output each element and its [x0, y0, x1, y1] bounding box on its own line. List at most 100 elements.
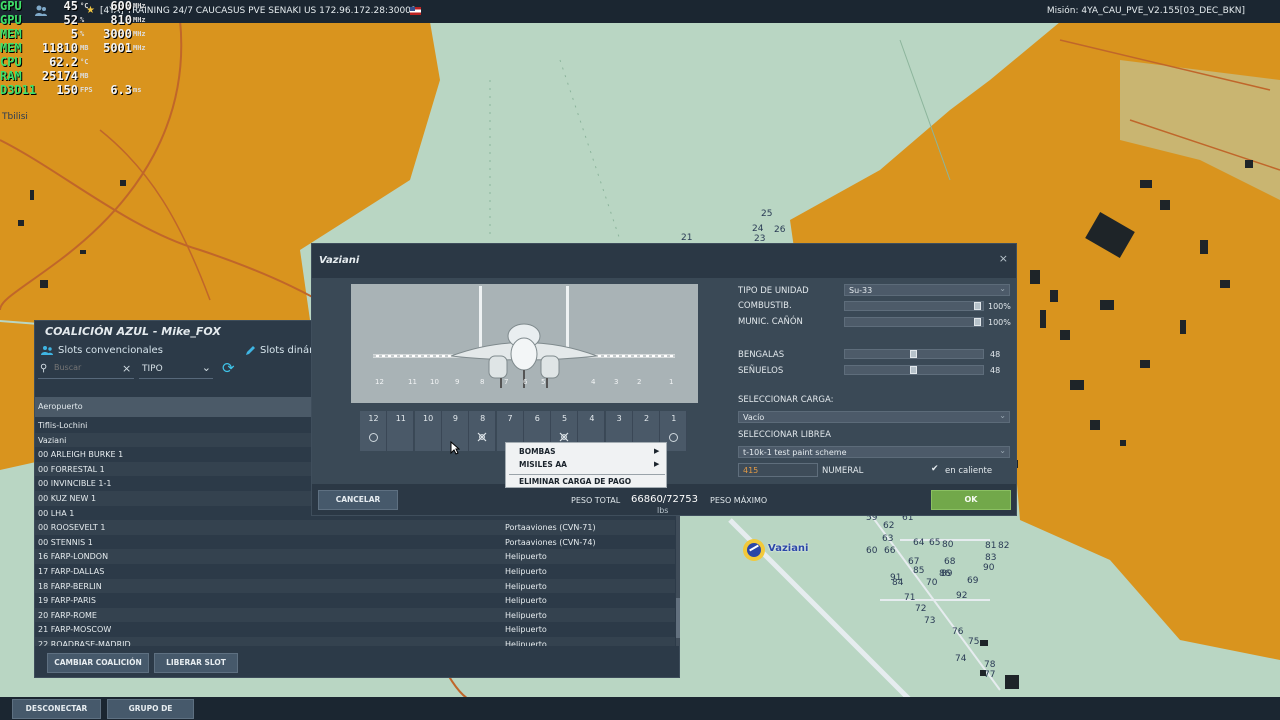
- hud-row: CPU 62.2 °C: [0, 56, 150, 70]
- airfield-label[interactable]: Vaziani: [768, 543, 808, 554]
- airfield-name: 18 FARP-BERLIN: [38, 581, 102, 591]
- tab-conventional-slots[interactable]: Slots convencionales: [41, 345, 163, 356]
- airfield-row[interactable]: 00 ROOSEVELT 1 Portaaviones (CVN-71): [35, 520, 675, 535]
- hud-row: MEM 11810 MB 5001 MHz: [0, 42, 150, 56]
- hud-label: MEM: [0, 27, 22, 41]
- map-number-label: 74: [955, 654, 967, 664]
- weight-unit: lbs: [657, 506, 669, 515]
- hud-unit: MHz: [133, 44, 146, 52]
- pylon-slot-8[interactable]: 8: [469, 411, 497, 451]
- airfield-row[interactable]: 18 FARP-BERLIN Helipuerto: [35, 578, 675, 594]
- release-slot-button[interactable]: LIBERAR SLOT: [154, 653, 238, 673]
- payload-select[interactable]: Vacío ⌄: [738, 411, 1010, 423]
- map-number-label: 77: [984, 670, 996, 680]
- airfield-name: 00 LHA 1: [38, 508, 75, 518]
- menu-item-aa-missiles[interactable]: MISILES AA ▶: [519, 460, 659, 469]
- view-pylon-number: 5: [541, 378, 546, 386]
- chaff-slider[interactable]: [844, 365, 984, 375]
- type-filter-select[interactable]: TIPO ⌄: [139, 361, 213, 379]
- gun-ammo-value: 100%: [988, 318, 1011, 327]
- hud-value: 6.3: [110, 83, 132, 97]
- player-group-button[interactable]: GRUPO DE JUGADORES: [107, 699, 194, 719]
- hud-unit: %: [80, 30, 85, 38]
- flares-slider[interactable]: [844, 349, 984, 359]
- view-pylon-number: 4: [591, 378, 596, 386]
- hot-start-checkbox[interactable]: ✔: [931, 465, 940, 474]
- map-number-label: 72: [915, 604, 927, 614]
- unit-type-select[interactable]: Su-33 ⌄: [844, 284, 1010, 296]
- fuel-value: 100%: [988, 302, 1011, 311]
- map-number-label: 83: [985, 553, 997, 563]
- menu-item-remove-payload[interactable]: ELIMINAR CARGA DE PAGO: [519, 477, 631, 486]
- pylon-number: 5: [562, 414, 568, 423]
- livery-select[interactable]: t-10k-1 test paint scheme ⌄: [738, 446, 1010, 458]
- tab-conventional-label: Slots convencionales: [58, 345, 163, 356]
- pylon-number: 8: [480, 414, 486, 423]
- hud-value: 5001: [103, 41, 132, 55]
- chaff-slider-knob[interactable]: [910, 366, 917, 374]
- gun-slider-knob[interactable]: [974, 318, 981, 326]
- map-number-label: 26: [774, 225, 786, 235]
- disconnect-button[interactable]: DESCONECTAR: [12, 699, 101, 719]
- hud-label: RAM: [0, 69, 22, 83]
- view-pylon-number: 12: [375, 378, 384, 386]
- close-icon[interactable]: ×: [999, 252, 1008, 265]
- map-number-label: 71: [904, 593, 916, 603]
- cancel-button[interactable]: CANCELAR: [318, 490, 398, 510]
- map-number-label: 66: [884, 546, 896, 556]
- map-number-label: 84: [892, 578, 904, 588]
- dialog-title: Vaziani: [319, 255, 360, 266]
- airfield-row[interactable]: 20 FARP-ROME Helipuerto: [35, 607, 675, 623]
- search-input[interactable]: [54, 363, 114, 372]
- pylon-slot-10[interactable]: 10: [414, 411, 442, 451]
- airfield-name: 00 FORRESTAL 1: [38, 464, 105, 474]
- numeral-input[interactable]: 415: [738, 463, 818, 477]
- airfield-row[interactable]: 22 ROADBASE-MADRID Helipuerto: [35, 636, 675, 646]
- ok-button[interactable]: OK: [931, 490, 1011, 510]
- chevron-down-icon: ⌄: [999, 411, 1006, 420]
- pylon-rack-icon: [477, 432, 487, 442]
- chevron-right-icon: ▶: [654, 447, 660, 455]
- aircraft-preview: 12 11 10 9 8 7 6 5 4 3 2 1: [351, 284, 698, 403]
- scrollbar-thumb[interactable]: [676, 598, 680, 638]
- hud-label: MEM: [0, 41, 22, 55]
- chaff-value: 48: [990, 366, 1001, 375]
- map-number-label: 82: [998, 541, 1010, 551]
- map-number-label: 70: [926, 578, 938, 588]
- refresh-icon[interactable]: ⟳: [222, 360, 238, 376]
- gun-ammo-slider[interactable]: [844, 317, 984, 327]
- airfield-name: 19 FARP-PARIS: [38, 596, 96, 606]
- map-number-label: 68: [944, 557, 956, 567]
- chevron-down-icon: ⌄: [999, 446, 1006, 455]
- airfield-type: Helipuerto: [505, 596, 547, 606]
- hud-unit: FPS: [80, 86, 93, 94]
- view-pylon-number: 7: [504, 378, 509, 386]
- flares-slider-knob[interactable]: [910, 350, 917, 358]
- airfield-row[interactable]: 21 FARP-MOSCOW Helipuerto: [35, 622, 675, 637]
- pylon-slot-12[interactable]: 12: [360, 411, 387, 451]
- change-coalition-button[interactable]: CAMBIAR COALICIÓN: [47, 653, 149, 673]
- airfield-type: Helipuerto: [505, 639, 547, 646]
- fuel-slider[interactable]: [844, 301, 984, 311]
- airfield-row[interactable]: 19 FARP-PARIS Helipuerto: [35, 593, 675, 608]
- hud-unit: °C: [80, 58, 89, 66]
- menu-item-bombs[interactable]: BOMBAS ▶: [519, 447, 659, 456]
- airfield-row[interactable]: 17 FARP-DALLAS Helipuerto: [35, 564, 675, 579]
- airfield-name: 17 FARP-DALLAS: [38, 566, 105, 576]
- map-number-label: 80: [942, 540, 954, 550]
- airfield-row[interactable]: 00 STENNIS 1 Portaaviones (CVN-74): [35, 535, 675, 550]
- clear-search-icon[interactable]: ×: [122, 362, 131, 375]
- airfield-name: 21 FARP-MOSCOW: [38, 625, 112, 635]
- players-icon: [41, 346, 53, 355]
- livery-value: t-10k-1 test paint scheme: [743, 448, 847, 457]
- hud-value: 810: [110, 13, 132, 27]
- pylon-slot-11[interactable]: 11: [387, 411, 415, 451]
- fuel-slider-knob[interactable]: [974, 302, 981, 310]
- chevron-right-icon: ▶: [654, 460, 660, 468]
- airfield-row[interactable]: 16 FARP-LONDON Helipuerto: [35, 549, 675, 564]
- pylon-number: 4: [589, 414, 595, 423]
- view-pylon-number: 11: [408, 378, 417, 386]
- unit-type-label: TIPO DE UNIDAD: [738, 286, 809, 296]
- hud-value: 62.2: [49, 55, 78, 69]
- total-weight-value: 66860/72753: [631, 494, 698, 505]
